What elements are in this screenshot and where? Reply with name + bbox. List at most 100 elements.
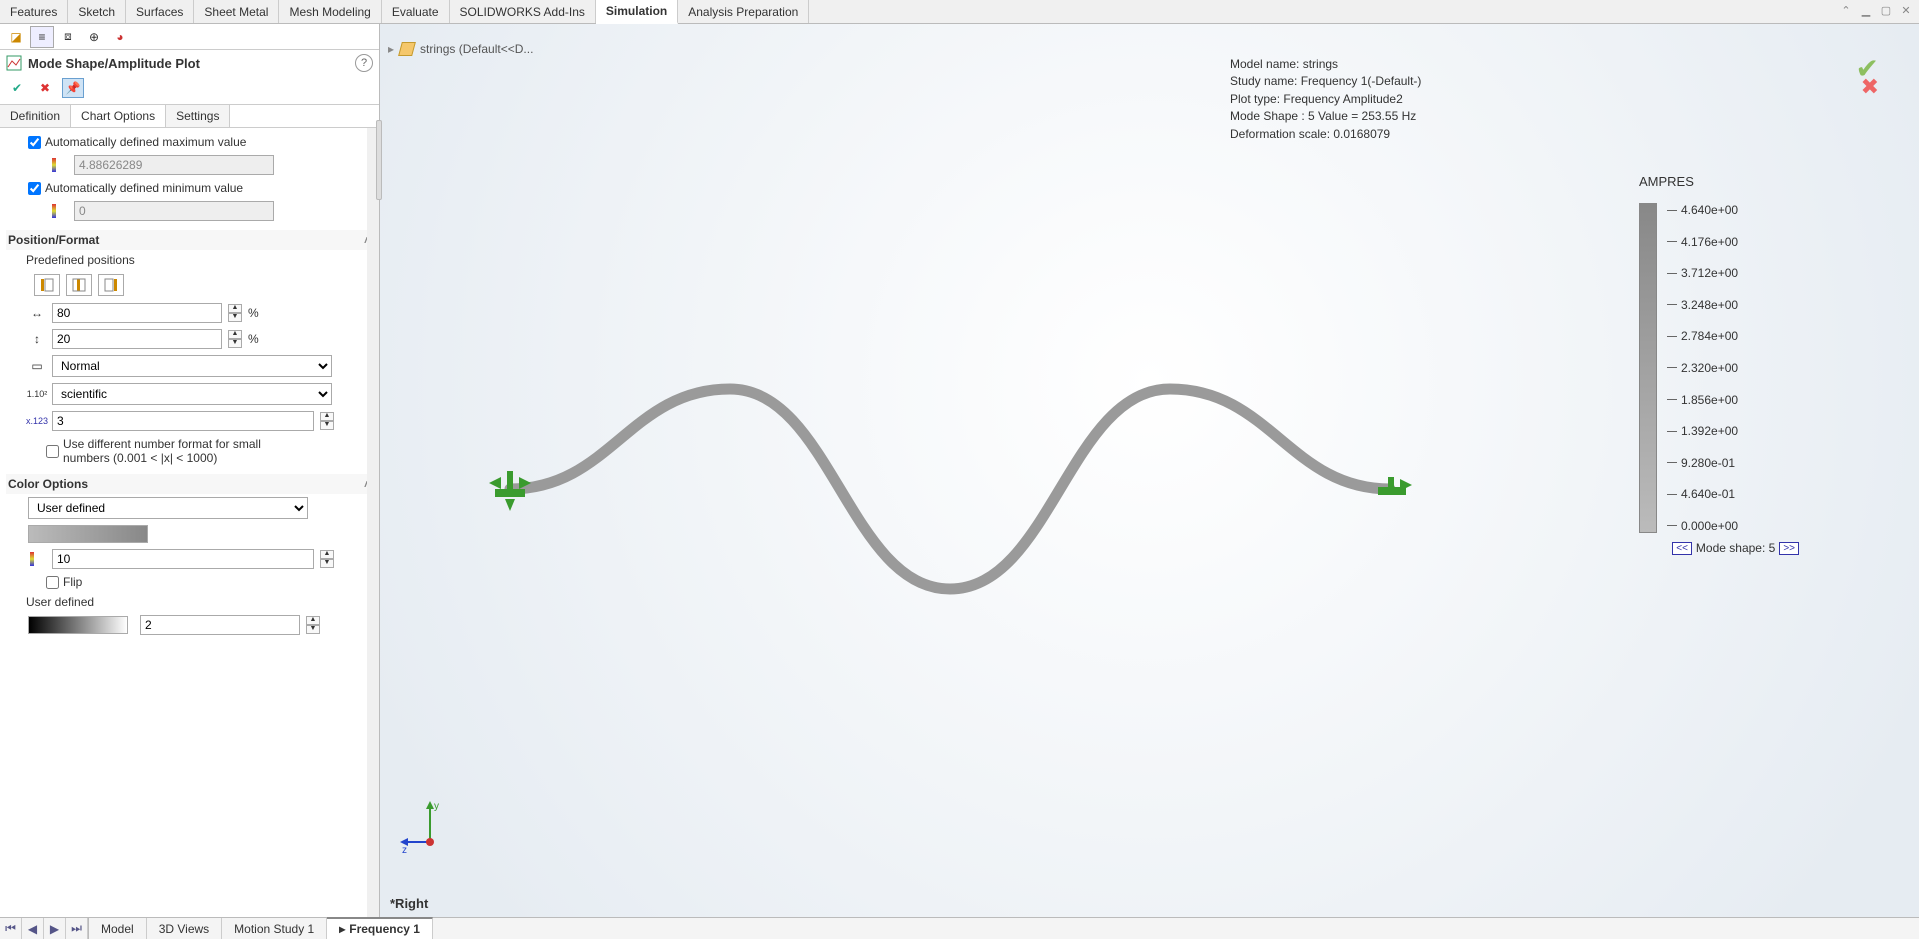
diff-format-checkbox[interactable] <box>46 445 59 458</box>
pct-label-2: % <box>248 332 259 346</box>
ribbon-tab-mesh-modeling[interactable]: Mesh Modeling <box>279 0 381 23</box>
ribbon-tab-sketch[interactable]: Sketch <box>68 0 126 23</box>
info-model-name: Model name: strings <box>1230 56 1421 73</box>
configuration-icon[interactable]: ⧈ <box>56 26 80 48</box>
dimxpert-icon[interactable]: ⊕ <box>82 26 106 48</box>
bottom-tab-frequency[interactable]: ▸Frequency 1 <box>327 917 433 939</box>
mode-shape-label: Mode shape: 5 <box>1696 541 1775 555</box>
breadcrumb[interactable]: ▸ strings (Default<<D... <box>388 42 533 56</box>
prev-mode-button[interactable]: << <box>1672 542 1692 555</box>
color-mode-select[interactable]: User defined <box>28 497 308 519</box>
min-value-field <box>74 201 274 221</box>
max-value-field <box>74 155 274 175</box>
graphics-viewport[interactable]: ▸ strings (Default<<D... ✔ ✖ Model name:… <box>380 24 1919 917</box>
v-pos-field[interactable] <box>52 329 222 349</box>
gradient-bar[interactable] <box>28 616 128 634</box>
close-plot-icon[interactable]: ✖ <box>1861 74 1879 100</box>
pos-center-button[interactable] <box>66 274 92 296</box>
tab-first-icon[interactable]: ⏮ <box>0 918 22 939</box>
panel-splitter[interactable] <box>376 120 382 200</box>
h-pos-field[interactable] <box>52 303 222 323</box>
bottom-tab-3dviews[interactable]: 3D Views <box>147 918 222 939</box>
property-manager-icon[interactable]: ≡ <box>30 26 54 48</box>
tab-last-icon[interactable]: ⏭ <box>66 918 88 939</box>
ribbon-tab-addins[interactable]: SOLIDWORKS Add-Ins <box>450 0 596 23</box>
decimals-field[interactable] <box>52 411 314 431</box>
legend-tick: 4.640e-01 <box>1667 487 1738 501</box>
panel-scrollbar[interactable] <box>367 128 379 917</box>
v-pos-icon: ↕ <box>28 330 46 348</box>
width-mode-select[interactable]: Normal <box>52 355 332 377</box>
pin-button[interactable]: 📌 <box>62 78 84 98</box>
h-pos-spinner[interactable]: ▲▼ <box>228 304 242 322</box>
svg-text:z: z <box>402 845 407 856</box>
user-def-spinner[interactable]: ▲▼ <box>306 616 320 634</box>
user-def-field[interactable] <box>140 615 300 635</box>
help-icon[interactable]: ? <box>355 54 373 72</box>
info-mode-shape: Mode Shape : 5 Value = 253.55 Hz <box>1230 108 1421 125</box>
auto-min-checkbox[interactable] <box>28 182 41 195</box>
feature-tree-icon[interactable]: ◪ <box>4 26 28 48</box>
svg-text:y: y <box>434 801 439 812</box>
restore-window-icon[interactable]: ▢ <box>1877 2 1895 18</box>
levels-spinner[interactable]: ▲▼ <box>320 550 334 568</box>
view-triad[interactable]: y z <box>400 797 460 857</box>
legend-tick: 4.640e+00 <box>1667 203 1738 217</box>
close-window-icon[interactable]: ✕ <box>1897 2 1915 18</box>
ribbon-tab-features[interactable]: Features <box>0 0 68 23</box>
panel-sub-tabs: Definition Chart Options Settings <box>0 104 379 128</box>
next-mode-button[interactable]: >> <box>1779 542 1799 555</box>
info-study-name: Study name: Frequency 1(-Default-) <box>1230 73 1421 90</box>
panel-title: Mode Shape/Amplitude Plot <box>28 56 200 71</box>
part-icon <box>398 42 416 56</box>
decimals-spinner[interactable]: ▲▼ <box>320 412 334 430</box>
legend-tick: 1.392e+00 <box>1667 424 1738 438</box>
bottom-tab-motion[interactable]: Motion Study 1 <box>222 918 327 939</box>
sub-tab-settings[interactable]: Settings <box>166 105 230 127</box>
auto-max-label: Automatically defined maximum value <box>45 135 246 149</box>
info-plot-type: Plot type: Frequency Amplitude2 <box>1230 91 1421 108</box>
breadcrumb-label[interactable]: strings (Default<<D... <box>420 42 533 56</box>
ribbon-tab-simulation[interactable]: Simulation <box>596 0 678 24</box>
bottom-tab-bar: ⏮ ◀ ▶ ⏭ Model 3D Views Motion Study 1 ▸F… <box>0 917 1919 939</box>
bottom-tab-model[interactable]: Model <box>89 918 147 939</box>
position-format-head[interactable]: Position/Format˄ <box>6 230 373 250</box>
legend-tick: 4.176e+00 <box>1667 235 1738 249</box>
predefined-positions-label: Predefined positions <box>26 253 135 267</box>
number-format-select[interactable]: scientific <box>52 383 332 405</box>
flip-checkbox[interactable] <box>46 576 59 589</box>
panel-scroll-area[interactable]: Automatically defined maximum value Auto… <box>0 128 379 917</box>
display-manager-icon[interactable]: ◕ <box>108 26 132 48</box>
plot-icon <box>6 55 22 71</box>
breadcrumb-caret-icon[interactable]: ▸ <box>388 42 394 56</box>
v-pos-spinner[interactable]: ▲▼ <box>228 330 242 348</box>
fixture-left-icon <box>489 471 531 511</box>
color-options-head[interactable]: Color Options˄ <box>6 474 373 494</box>
ok-button[interactable]: ✔ <box>6 78 28 98</box>
panel-top-icons: ◪ ≡ ⧈ ⊕ ◕ <box>0 24 379 50</box>
levels-field[interactable] <box>52 549 314 569</box>
pos-right-button[interactable] <box>98 274 124 296</box>
pct-label: % <box>248 306 259 320</box>
collapse-ribbon-icon[interactable]: ⌃ <box>1837 2 1855 18</box>
ribbon-tab-sheet-metal[interactable]: Sheet Metal <box>194 0 279 23</box>
pos-left-button[interactable] <box>34 274 60 296</box>
sub-tab-definition[interactable]: Definition <box>0 105 71 127</box>
format-icon: 1.10² <box>28 385 46 403</box>
tab-prev-icon[interactable]: ◀ <box>22 918 44 939</box>
ribbon-tab-surfaces[interactable]: Surfaces <box>126 0 194 23</box>
model-info-block: Model name: strings Study name: Frequenc… <box>1230 56 1421 143</box>
tab-next-icon[interactable]: ▶ <box>44 918 66 939</box>
ribbon-tab-analysis-prep[interactable]: Analysis Preparation <box>678 0 809 23</box>
sub-tab-chart-options[interactable]: Chart Options <box>71 105 166 127</box>
legend-title: AMPRES <box>1639 174 1799 189</box>
ribbon-tab-evaluate[interactable]: Evaluate <box>382 0 450 23</box>
levels-icon <box>28 550 46 568</box>
minimize-window-icon[interactable]: ▁ <box>1857 2 1875 18</box>
color-swatch[interactable] <box>28 525 148 543</box>
cancel-button[interactable]: ✖ <box>34 78 56 98</box>
color-legend[interactable]: AMPRES 4.640e+00 4.176e+00 3.712e+00 3.2… <box>1639 174 1799 555</box>
auto-max-checkbox[interactable] <box>28 136 41 149</box>
flip-label: Flip <box>63 575 82 589</box>
diff-format-label: Use different number format for small nu… <box>63 437 293 465</box>
